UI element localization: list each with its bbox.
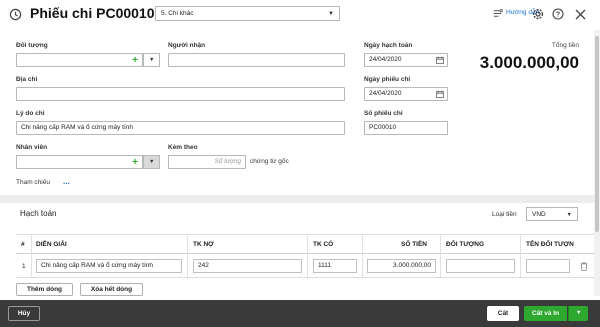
add-row-button[interactable]: Thêm dòng [16, 283, 73, 296]
save-button[interactable]: Cất [487, 306, 519, 321]
trash-icon[interactable] [579, 261, 589, 271]
total-amount: 3.000.000,00 [479, 53, 579, 72]
guide-icon[interactable] [491, 7, 503, 19]
page-title: Phiếu chi PC00010 [30, 5, 155, 21]
total-label: Tổng tiền [551, 42, 579, 49]
nhan-vien-input[interactable] [16, 155, 143, 169]
so-phieu-chi-label: Số phiếu chi [364, 110, 403, 117]
currency-select[interactable]: VND ▼ [526, 207, 578, 221]
voucher-type-value: 5. Chi khác [161, 10, 194, 17]
doi-tuong-label: Đối tượng [16, 42, 48, 49]
hach-toan-tab[interactable]: Hạch toán [20, 209, 56, 218]
calendar-icon[interactable] [435, 55, 445, 65]
ngay-phieu-chi-value: 24/04/2020 [369, 90, 402, 97]
nhan-vien-label: Nhân viên [16, 144, 48, 151]
kem-theo-input[interactable]: Số lượng [168, 155, 246, 169]
ngay-hach-toan-label: Ngày hạch toán [364, 42, 413, 49]
ly-do-chi-input[interactable]: Chi nâng cấp RAM và ổ cứng máy tính [16, 121, 345, 135]
col-header-doi-tuong: ĐỐI TƯỢNG [446, 241, 485, 248]
col-header-tk-co: TK CÓ [313, 241, 334, 248]
chevron-down-icon: ▼ [576, 310, 582, 316]
tham-chieu-label: Tham chiếu [16, 179, 50, 186]
history-icon[interactable] [8, 7, 22, 21]
row-ten-doi-tuong-input[interactable] [526, 259, 570, 273]
close-icon[interactable] [574, 8, 586, 20]
col-header-tk-no: TK NỢ [193, 241, 214, 248]
chevron-down-icon: ▼ [149, 57, 155, 63]
row-doi-tuong-input[interactable] [446, 259, 515, 273]
row-so-tien-input[interactable]: 3.000.000,00 [367, 259, 436, 273]
ly-do-chi-label: Lý do chi [16, 110, 45, 117]
col-header-dien-giai: DIỄN GIẢI [36, 241, 67, 248]
chevron-down-icon: ▼ [149, 159, 155, 165]
doi-tuong-input[interactable] [16, 53, 143, 67]
help-icon[interactable]: ? [552, 8, 564, 20]
scrollbar[interactable] [594, 30, 600, 296]
currency-label: Loại tiền [492, 211, 517, 218]
tham-chieu-more-link[interactable]: ... [63, 177, 70, 186]
col-header-index: # [21, 241, 25, 248]
cancel-button[interactable]: Hủy [8, 306, 40, 321]
nhan-vien-dropdown[interactable]: ▼ [143, 155, 160, 169]
nguoi-nhan-label: Người nhận [168, 42, 206, 49]
clear-rows-button[interactable]: Xóa hết dòng [80, 283, 143, 296]
section-divider [0, 195, 594, 203]
so-phieu-chi-input[interactable]: PC00010 [364, 121, 448, 135]
chevron-down-icon: ▼ [328, 11, 334, 17]
svg-text:?: ? [556, 12, 560, 19]
save-and-print-button[interactable]: Cất và In [524, 306, 567, 321]
table-header [16, 234, 594, 254]
ngay-phieu-chi-label: Ngày phiếu chi [364, 76, 411, 83]
ngay-hach-toan-value: 24/04/2020 [369, 56, 402, 63]
dia-chi-input[interactable] [16, 87, 345, 101]
nguoi-nhan-input[interactable] [168, 53, 345, 67]
col-header-ten-doi-tuong: TÊN ĐỐI TƯỢN [526, 241, 574, 248]
row-index: 1 [22, 263, 26, 270]
add-icon[interactable]: + [129, 54, 141, 66]
currency-value: VND [532, 211, 546, 218]
dia-chi-label: Địa chỉ [16, 76, 38, 83]
add-icon[interactable]: + [129, 156, 141, 168]
doi-tuong-dropdown[interactable]: ▼ [143, 53, 160, 67]
kem-theo-label: Kèm theo [168, 144, 198, 151]
save-options-dropdown[interactable]: ▼ [568, 306, 588, 321]
gear-icon[interactable] [532, 8, 544, 20]
col-header-so-tien: SỐ TIỀN [401, 241, 428, 248]
row-dien-giai-input[interactable]: Chi nâng cấp RAM và ổ cứng máy tính [36, 259, 182, 273]
chevron-down-icon: ▼ [566, 212, 572, 218]
chung-tu-goc-text: chứng từ gốc [250, 158, 289, 165]
calendar-icon[interactable] [435, 89, 445, 99]
row-tk-no-input[interactable]: 242 [193, 259, 302, 273]
scrollbar-thumb[interactable] [595, 36, 599, 232]
kem-theo-placeholder: Số lượng [214, 158, 241, 165]
voucher-type-select[interactable]: 5. Chi khác ▼ [155, 6, 340, 21]
row-tk-co-input[interactable]: 1111 [313, 259, 357, 273]
